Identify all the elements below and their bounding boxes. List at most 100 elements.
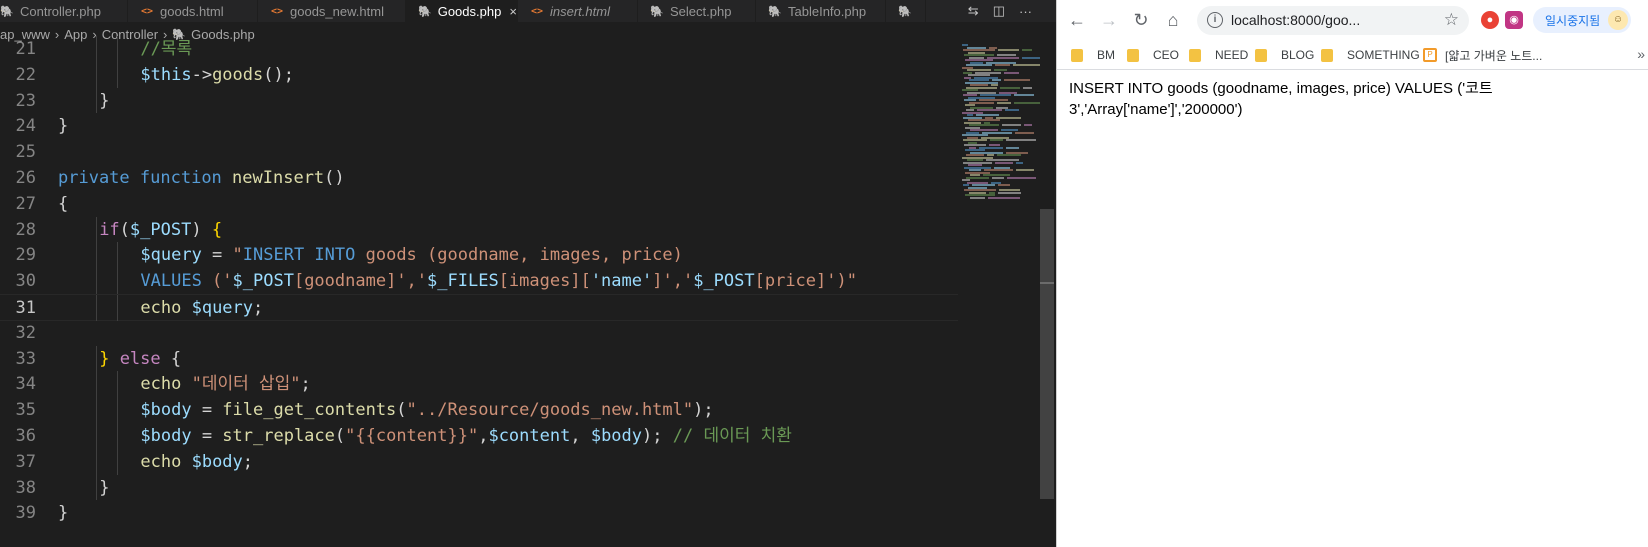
indent-guide (116, 295, 118, 321)
php-file-icon: 🐘 (418, 5, 432, 18)
bookmark-item[interactable]: CEO (1127, 46, 1179, 64)
bookmark-item[interactable]: BM (1071, 46, 1115, 64)
line-number: 22 (15, 64, 36, 85)
code-line[interactable]: 22 $this->goods(); (0, 61, 958, 89)
tab-tableinfo-php[interactable]: 🐘 TableInfo.php (756, 0, 886, 22)
extension-instagram-icon[interactable]: ◉ (1505, 11, 1523, 29)
code-line[interactable]: 37 echo $body; (0, 448, 958, 476)
code-token: [goodname] (293, 271, 397, 292)
code-token: " (232, 245, 243, 266)
tab-goods-php[interactable]: 🐘 Goods.php × (406, 0, 518, 22)
code-line[interactable]: 26 private function newInsert() (0, 165, 958, 192)
tab-overflow[interactable]: 🐘 (886, 0, 926, 22)
line-number: 25 (15, 142, 36, 163)
minimap-stroke (995, 64, 1010, 66)
code-line[interactable]: 34 echo "데이터 삽입"; (0, 371, 958, 398)
minimap[interactable] (960, 44, 1045, 204)
bookmark-label: SOMETHING (1347, 48, 1420, 62)
line-number: 30 (15, 271, 36, 292)
code-line[interactable]: 35 $body = file_get_contents("../Resource… (0, 397, 958, 424)
forward-icon[interactable]: → (1097, 8, 1121, 32)
code-line[interactable]: 27 { (0, 191, 958, 218)
scrollbar-cursor-marker (1040, 282, 1054, 284)
code-line[interactable]: 23} (0, 87, 958, 115)
indent-guide (116, 61, 118, 88)
bookmark-star-icon[interactable]: ☆ (1444, 10, 1459, 30)
home-icon[interactable]: ⌂ (1161, 8, 1185, 32)
minimap-stroke (1000, 86, 1020, 89)
indent-guide (116, 268, 118, 294)
code-line[interactable]: 29 $query = "INSERT INTO goods (goodname,… (0, 242, 958, 269)
minimap-stroke (1023, 86, 1032, 89)
code-token: ',' (396, 271, 428, 292)
code-text: $body = file_get_contents("../Resource/g… (140, 397, 713, 424)
code-editor[interactable]: 🐘 Controller.php <> goods.html <> goods_new.h… (0, 0, 1056, 547)
code-text: //목록 (140, 36, 192, 63)
code-token: ]',' (652, 271, 694, 292)
minimap-stroke (1016, 169, 1034, 171)
vertical-scrollbar[interactable] (1040, 44, 1054, 547)
code-line[interactable]: 33} else { (0, 345, 958, 373)
code-line[interactable]: 31 echo $query; (0, 294, 958, 321)
code-line[interactable]: 30 VALUES ('$_POST[goodname]','$_FILES[im… (0, 268, 958, 295)
reload-icon[interactable]: ↻ (1129, 8, 1153, 32)
code-token: $_FILES (427, 271, 499, 292)
tab-goods-html[interactable]: <> goods.html (128, 0, 258, 22)
code-line[interactable]: 38} (0, 474, 958, 502)
code-line[interactable]: 24} (0, 113, 958, 140)
code-token: , (570, 426, 591, 446)
indent-guide (96, 268, 97, 294)
code-token: $body (140, 426, 192, 446)
code-token: $body (590, 426, 643, 446)
profile-button[interactable]: 일시중지됨 ☺ (1533, 7, 1631, 33)
code-token: $body (191, 451, 243, 472)
site-info-icon[interactable]: i (1207, 12, 1223, 28)
line-number: 38 (15, 477, 36, 498)
split-editor-icon[interactable]: ◫ (993, 3, 1005, 19)
code-token: ( (119, 219, 130, 240)
minimap-stroke (1024, 124, 1032, 126)
bookmark-label: NEED (1215, 48, 1249, 62)
back-icon[interactable]: ← (1065, 8, 1089, 32)
php-file-icon: 🐘 (650, 5, 664, 18)
extension-record-icon[interactable]: ● (1481, 11, 1499, 29)
code-token: = (191, 426, 223, 446)
code-token: $_POST (232, 271, 294, 292)
code-line[interactable]: 39} (0, 500, 958, 527)
tab-select-php[interactable]: 🐘 Select.php (638, 0, 756, 22)
code-line[interactable]: 36 $body = str_replace("{{content}}",$con… (0, 423, 958, 450)
code-text: } (99, 475, 109, 502)
indent-guide (96, 474, 97, 501)
compare-icon[interactable]: ⇆ (968, 3, 979, 19)
bookmark-item[interactable]: SOMETHING (1321, 46, 1420, 64)
bookmark-item[interactable]: BLOG (1255, 46, 1314, 64)
more-bookmarks-icon[interactable]: » (1637, 46, 1645, 62)
code-token: } (99, 477, 110, 498)
bookmark-item[interactable]: NEED (1189, 46, 1248, 64)
close-icon[interactable]: × (509, 4, 517, 19)
tab-insert-html[interactable]: <> insert.html (518, 0, 638, 22)
more-actions-icon[interactable]: ··· (1019, 4, 1032, 19)
code-token: ')" (826, 271, 857, 292)
code-token: = (191, 400, 223, 421)
code-line[interactable]: 28 if($_POST) { (0, 216, 958, 244)
tab-label: Controller.php (20, 3, 101, 19)
tab-goods-new-html[interactable]: <> goods_new.html (258, 0, 406, 22)
code-token: ( (396, 400, 407, 421)
bookmark-item[interactable]: P [얇고 가벼운 노트... (1423, 46, 1542, 64)
code-line[interactable]: 32 (0, 320, 958, 347)
indent-guide (96, 87, 97, 114)
minimap-stroke (1005, 109, 1019, 111)
code-line[interactable]: 21 //목록 (0, 36, 958, 63)
line-number: 23 (15, 90, 36, 111)
editor-tab-bar: 🐘 Controller.php <> goods.html <> goods_new.h… (0, 0, 1056, 22)
url-text[interactable]: localhost:8000/goo... (1231, 12, 1360, 28)
code-line[interactable]: 25 (0, 139, 958, 166)
address-bar[interactable]: i localhost:8000/goo... ☆ (1197, 6, 1469, 35)
tab-controller-php[interactable]: 🐘 Controller.php (0, 0, 128, 22)
html-file-icon: <> (140, 5, 154, 17)
code-area[interactable]: 21//목록 22 $this->goods(); 23} 24} 25 26 private… (0, 36, 958, 547)
scrollbar-thumb[interactable] (1040, 209, 1054, 499)
